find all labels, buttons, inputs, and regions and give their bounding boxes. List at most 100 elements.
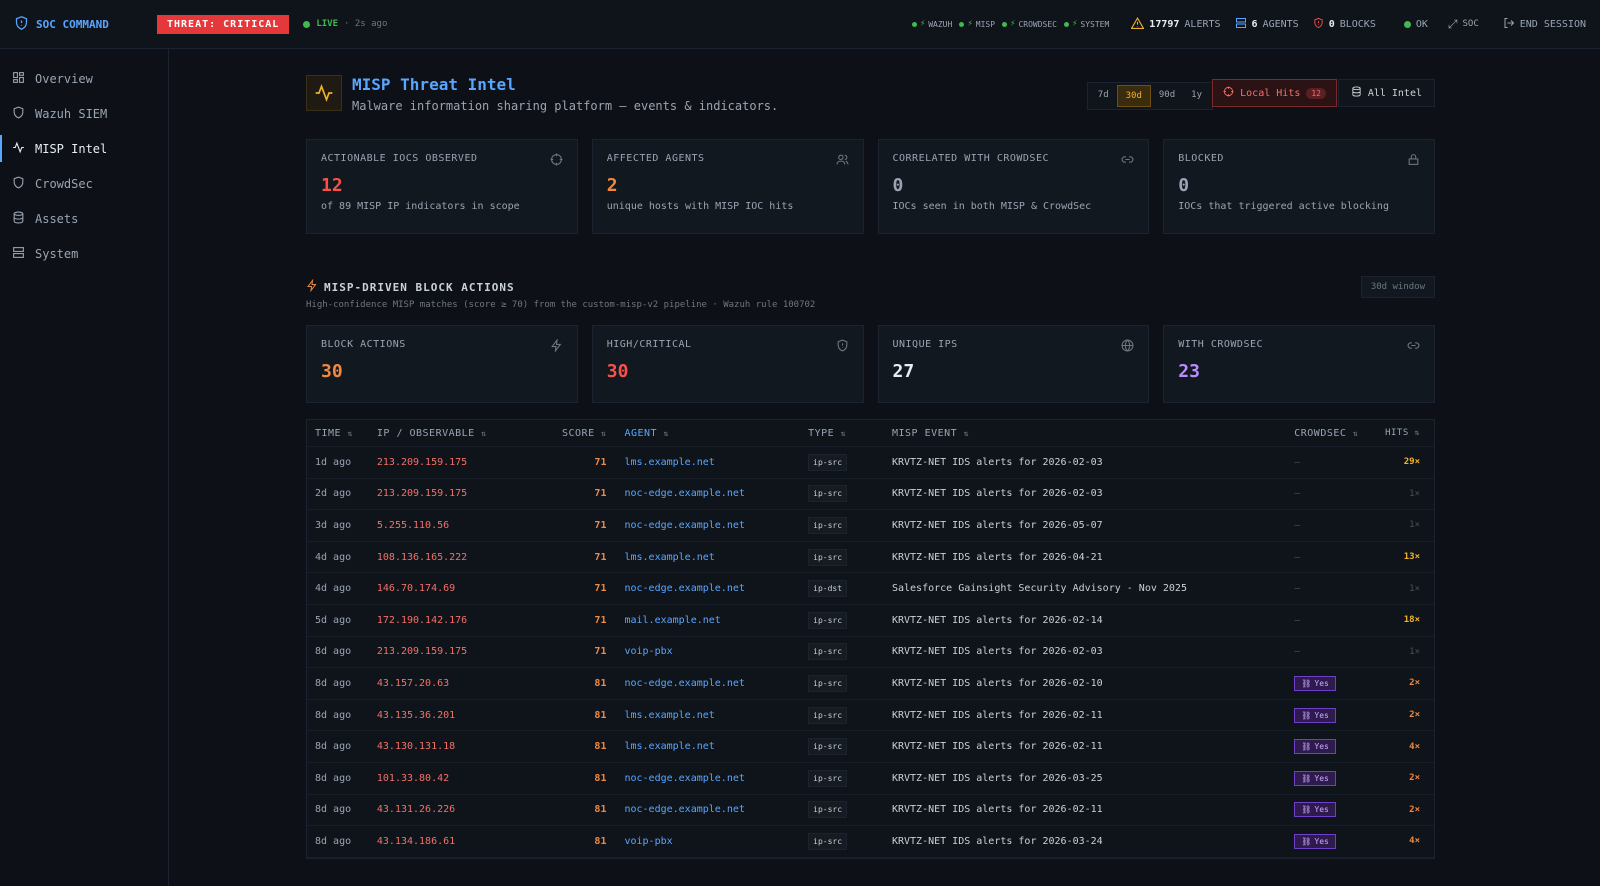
cell-ip[interactable]: 5.255.110.56 [377, 520, 537, 531]
range-1y[interactable]: 1y [1183, 85, 1210, 107]
sidebar-item-assets[interactable]: Assets [0, 201, 168, 236]
table-row[interactable]: 4d ago 108.136.165.222 71 lms.example.net ip… [307, 542, 1434, 574]
cell-ip[interactable]: 43.131.26.226 [377, 804, 537, 815]
stat-card-blocked[interactable]: BLOCKED 0 IOCs that triggered active blo… [1163, 139, 1435, 234]
all-intel-button[interactable]: All Intel [1337, 79, 1435, 107]
sidebar-item-misp[interactable]: MISP Intel [0, 131, 168, 166]
cell-ip[interactable]: 43.157.20.63 [377, 678, 537, 689]
soc-link[interactable]: ⤢ SOC [1448, 17, 1479, 32]
alerts-stat[interactable]: 17797 ALERTS [1130, 16, 1221, 32]
agents-stat[interactable]: 6 AGENTS [1235, 17, 1299, 32]
stat-card-actionable-iocs[interactable]: ACTIONABLE IOCS OBSERVED 12 of 89 MISP I… [306, 139, 578, 234]
service-system[interactable]: ⚡ SYSTEM [1063, 19, 1109, 29]
col-crowdsec[interactable]: CROWDSEC ⇅ [1294, 428, 1378, 439]
table-row[interactable]: 5d ago 172.190.142.176 71 mail.example.net i… [307, 605, 1434, 637]
cell-agent[interactable]: voip-pbx [616, 836, 808, 847]
table-row[interactable]: 8d ago 43.135.36.201 81 lms.example.net ip-s… [307, 700, 1434, 732]
table-row[interactable]: 8d ago 213.209.159.175 71 voip-pbx ip-src KRV… [307, 637, 1434, 669]
col-hits[interactable]: HITS ⇅ [1378, 428, 1434, 438]
cell-agent[interactable]: noc-edge.example.net [616, 488, 808, 499]
cell-score: 71 [594, 551, 607, 563]
sidebar-item-wazuh[interactable]: Wazuh SIEM [0, 96, 168, 131]
brand[interactable]: SOC COMMAND [14, 15, 157, 34]
sort-icon: ⇅ [663, 428, 669, 438]
cell-agent[interactable]: lms.example.net [616, 710, 808, 721]
local-hits-button[interactable]: Local Hits 12 [1212, 79, 1337, 107]
stat-card-block-actions[interactable]: BLOCK ACTIONS 30 [306, 325, 578, 403]
table-row[interactable]: 8d ago 43.131.26.226 81 noc-edge.example.ne… [307, 795, 1434, 827]
stat-card-with-crowdsec[interactable]: WITH CROWDSEC 23 [1163, 325, 1435, 403]
cell-crowdsec: – [1294, 615, 1378, 626]
cell-time: 1d ago [315, 456, 352, 468]
col-event[interactable]: MISP EVENT ⇅ [892, 428, 1294, 439]
cell-agent[interactable]: noc-edge.example.net [616, 678, 808, 689]
crowdsec-none: – [1294, 614, 1301, 626]
cell-agent[interactable]: noc-edge.example.net [616, 804, 808, 815]
col-type[interactable]: TYPE ⇅ [808, 428, 892, 439]
sort-icon: ⇅ [1352, 428, 1359, 438]
col-ip[interactable]: IP / OBSERVABLE ⇅ [377, 428, 537, 439]
type-pill: ip-src [808, 643, 848, 661]
table-row[interactable]: 4d ago 146.70.174.69 71 noc-edge.example.ne… [307, 573, 1434, 605]
type-pill: ip-src [808, 548, 848, 566]
cell-ip[interactable]: 146.70.174.69 [377, 583, 537, 594]
range-7d[interactable]: 7d [1090, 85, 1117, 107]
ok-status[interactable]: OK [1403, 19, 1428, 30]
bolt-icon: ⚡ [967, 19, 973, 29]
cell-score: 71 [594, 646, 607, 658]
table-row[interactable]: 2d ago 213.209.159.175 71 noc-edge.example.… [307, 479, 1434, 511]
table-row[interactable]: 8d ago 43.134.186.61 81 voip-pbx ip-src KRVTZ… [307, 826, 1434, 858]
cell-ip[interactable]: 213.209.159.175 [377, 488, 537, 499]
col-time[interactable]: TIME ⇅ [307, 428, 377, 439]
table-row[interactable]: 1d ago 213.209.159.175 71 lms.example.net ip… [307, 447, 1434, 479]
cell-agent[interactable]: noc-edge.example.net [616, 520, 808, 531]
cell-score: 81 [594, 741, 607, 753]
type-pill: ip-src [808, 769, 848, 787]
range-30d[interactable]: 30d [1116, 85, 1151, 107]
cell-crowdsec: – [1294, 583, 1378, 594]
sidebar-item-system[interactable]: System [0, 236, 168, 271]
cell-agent[interactable]: noc-edge.example.net [616, 773, 808, 784]
cell-agent[interactable]: voip-pbx [616, 646, 808, 657]
cell-event: KRVTZ-NET IDS alerts for 2026-02-03 [891, 646, 1103, 658]
page-header: MISP Threat Intel Malware information sh… [306, 75, 1435, 115]
cell-agent[interactable]: noc-edge.example.net [616, 583, 808, 594]
stat-card-affected-agents[interactable]: AFFECTED AGENTS 2 unique hosts with MISP… [591, 139, 864, 234]
service-misp[interactable]: ⚡ MISP [959, 19, 995, 29]
stat-card-unique-ips[interactable]: UNIQUE IPS 27 [877, 325, 1150, 403]
blocks-stat[interactable]: 0 BLOCKS [1313, 17, 1376, 32]
col-score[interactable]: SCORE ⇅ [537, 428, 617, 439]
table-row[interactable]: 8d ago 101.33.80.42 81 noc-edge.example.net… [307, 763, 1434, 795]
stat-card-correlated-crowdsec[interactable]: CORRELATED WITH CROWDSEC 0 IOCs seen in … [877, 139, 1150, 234]
warning-icon [1130, 16, 1145, 32]
cell-hits: 2× [1409, 804, 1420, 815]
cell-ip[interactable]: 101.33.80.42 [377, 773, 537, 784]
cell-ip[interactable]: 108.136.165.222 [377, 552, 537, 563]
sidebar-item-crowdsec[interactable]: CrowdSec [0, 166, 168, 201]
cell-event: KRVTZ-NET IDS alerts for 2026-02-14 [891, 614, 1103, 626]
sidebar-item-overview[interactable]: Overview [0, 61, 168, 96]
cell-ip[interactable]: 43.130.131.18 [377, 741, 537, 752]
cell-ip[interactable]: 43.135.36.201 [377, 710, 537, 721]
col-agent[interactable]: AGENT ⇅ [616, 428, 808, 439]
cell-agent[interactable]: lms.example.net [616, 552, 808, 563]
cell-ip[interactable]: 213.209.159.175 [377, 457, 537, 468]
cell-agent[interactable]: mail.example.net [616, 615, 808, 626]
service-wazuh[interactable]: ⚡ WAZUH [911, 19, 952, 29]
table-row[interactable]: 8d ago 43.157.20.63 81 noc-edge.example.net… [307, 668, 1434, 700]
cell-ip[interactable]: 43.134.186.61 [377, 836, 537, 847]
service-crowdsec[interactable]: ⚡ CROWDSEC [1002, 19, 1057, 29]
cell-agent[interactable]: lms.example.net [616, 741, 808, 752]
end-session-button[interactable]: END SESSION [1503, 17, 1586, 32]
top-bar: SOC COMMAND THREAT: CRITICAL LIVE · 2s a… [0, 0, 1600, 49]
table-row[interactable]: 3d ago 5.255.110.56 71 noc-edge.example.net… [307, 510, 1434, 542]
range-90d[interactable]: 90d [1151, 85, 1183, 107]
cell-ip[interactable]: 213.209.159.175 [377, 646, 537, 657]
table-row[interactable]: 8d ago 43.130.131.18 81 lms.example.net ip-s… [307, 731, 1434, 763]
intel-stats: ACTIONABLE IOCS OBSERVED 12 of 89 MISP I… [306, 139, 1435, 234]
stat-card-high-critical[interactable]: HIGH/CRITICAL 30 [591, 325, 864, 403]
live-dot-icon [303, 20, 311, 28]
cell-agent[interactable]: lms.example.net [616, 457, 808, 468]
cell-ip[interactable]: 172.190.142.176 [377, 615, 537, 626]
cell-event: KRVTZ-NET IDS alerts for 2026-02-11 [891, 709, 1103, 721]
